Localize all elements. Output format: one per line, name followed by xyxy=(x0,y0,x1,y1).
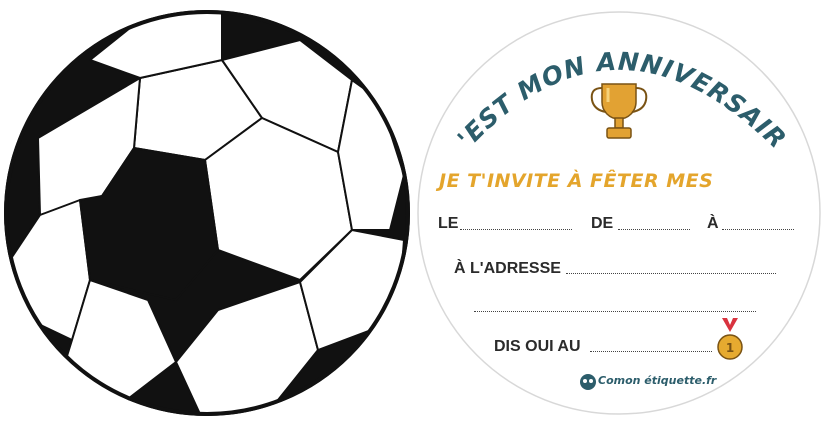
brand-logo: Comon étiquette.fr xyxy=(578,366,716,400)
soccer-ball-icon xyxy=(4,10,410,416)
soccer-ball-card xyxy=(0,0,416,426)
brand-logo-text: Comon étiquette.fr xyxy=(598,374,717,387)
field-label-dis-oui: DIS OUI AU xyxy=(494,338,581,355)
field-label-adresse: À L'ADRESSE xyxy=(454,260,561,277)
field-le-line[interactable] xyxy=(460,229,572,230)
invite-line: JE T'INVITE À FÊTER MES xyxy=(439,170,714,192)
field-de-line[interactable] xyxy=(618,229,690,230)
svg-text:1: 1 xyxy=(726,341,734,355)
invitation-card: C'EST MON ANNIVERSAIRE 1 JE T'INVITE À F… xyxy=(416,0,823,426)
field-a-line[interactable] xyxy=(722,229,794,230)
field-dis-oui-line[interactable] xyxy=(590,351,712,352)
field-label-le: LE xyxy=(438,215,459,232)
field-label-a: À xyxy=(707,215,719,232)
field-label-de: DE xyxy=(591,215,614,232)
field-adresse-line-2[interactable] xyxy=(474,311,756,312)
field-adresse-line[interactable] xyxy=(566,273,776,274)
